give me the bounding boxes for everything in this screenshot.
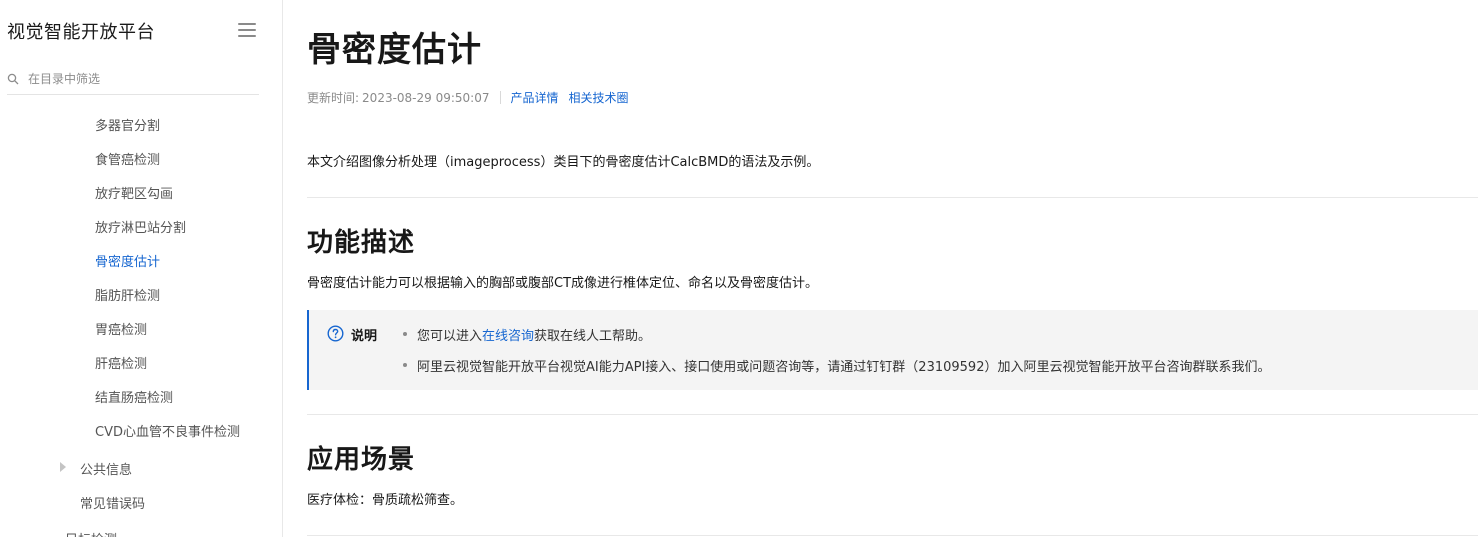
expand-caret-icon[interactable] <box>60 462 66 472</box>
main-content: 骨密度估计 更新时间: 2023-08-29 09:50:07 产品详情 相关技… <box>307 0 1478 537</box>
page-title: 骨密度估计 <box>307 30 482 70</box>
sidebar-item-common-errors[interactable]: 常见错误码 <box>80 493 145 512</box>
sidebar-filter <box>7 64 259 95</box>
updated-label: 更新时间: <box>307 91 360 105</box>
sidebar-group-public-info[interactable]: 公共信息 <box>80 459 132 478</box>
online-consult-link[interactable]: 在线咨询 <box>482 329 534 344</box>
note-label: 说明 <box>351 329 378 344</box>
note-item-text: 获取在线人工帮助。 <box>534 329 652 344</box>
sidebar-item-colorectal-cancer[interactable]: 结直肠癌检测 <box>95 387 173 406</box>
note-item: 您可以进入在线咨询获取在线人工帮助。 <box>402 325 652 344</box>
sidebar-item-esophageal-cancer[interactable]: 食管癌检测 <box>95 149 160 168</box>
sidebar-item-bone-density[interactable]: 骨密度估计 <box>95 251 160 270</box>
help-icon <box>327 325 344 342</box>
sidebar-item-multi-organ-segmentation[interactable]: 多器官分割 <box>95 115 160 134</box>
page-meta: 更新时间: 2023-08-29 09:50:07 产品详情 相关技术圈 <box>307 89 639 106</box>
note-item: 阿里云视觉智能开放平台视觉AI能力API接入、接口使用或问题咨询等，请通过钉钉群… <box>402 356 1271 375</box>
sidebar-item-cvd[interactable]: CVD心血管不良事件检测 <box>95 421 240 440</box>
sidebar-item-liver-cancer[interactable]: 肝癌检测 <box>95 353 147 372</box>
note-item-text: 阿里云视觉智能开放平台视觉AI能力API接入、接口使用或问题咨询等，请通过钉钉群… <box>417 360 1271 375</box>
divider <box>307 414 1478 415</box>
function-text: 骨密度估计能力可以根据输入的胸部或腹部CT成像进行椎体定位、命名以及骨密度估计。 <box>307 276 819 291</box>
product-details-link[interactable]: 产品详情 <box>511 89 559 106</box>
tech-circle-link[interactable]: 相关技术圈 <box>569 89 629 106</box>
section-heading-function: 功能描述 <box>307 228 416 258</box>
note-item-text: 您可以进入 <box>417 329 483 344</box>
sidebar-item-radiotherapy-lymph[interactable]: 放疗淋巴站分割 <box>95 217 186 236</box>
divider <box>307 197 1478 198</box>
sidebar: 视觉智能开放平台 多器官分割 食管癌检测 放疗靶区勾画 放疗淋巴站分割 骨密度估… <box>0 0 283 537</box>
scenario-text: 医疗体检：骨质疏松筛查。 <box>307 493 464 508</box>
divider <box>307 535 1478 536</box>
updated-value: 2023-08-29 09:50:07 <box>362 90 490 105</box>
filter-input[interactable] <box>28 72 248 86</box>
sidebar-item-partial[interactable]: 目标检测 <box>65 529 117 537</box>
note-box: 说明 您可以进入在线咨询获取在线人工帮助。 阿里云视觉智能开放平台视觉AI能力A… <box>307 310 1478 390</box>
search-icon <box>7 73 19 85</box>
menu-icon[interactable] <box>238 23 256 37</box>
meta-divider <box>499 91 501 104</box>
sidebar-item-radiotherapy-target[interactable]: 放疗靶区勾画 <box>95 183 173 202</box>
section-heading-scenario: 应用场景 <box>307 445 416 475</box>
intro-text: 本文介绍图像分析处理（imageprocess）类目下的骨密度估计CalcBMD… <box>307 155 820 170</box>
app-title: 视觉智能开放平台 <box>7 22 155 43</box>
sidebar-item-gastric-cancer[interactable]: 胃癌检测 <box>95 319 147 338</box>
sidebar-item-fatty-liver[interactable]: 脂肪肝检测 <box>95 285 160 304</box>
